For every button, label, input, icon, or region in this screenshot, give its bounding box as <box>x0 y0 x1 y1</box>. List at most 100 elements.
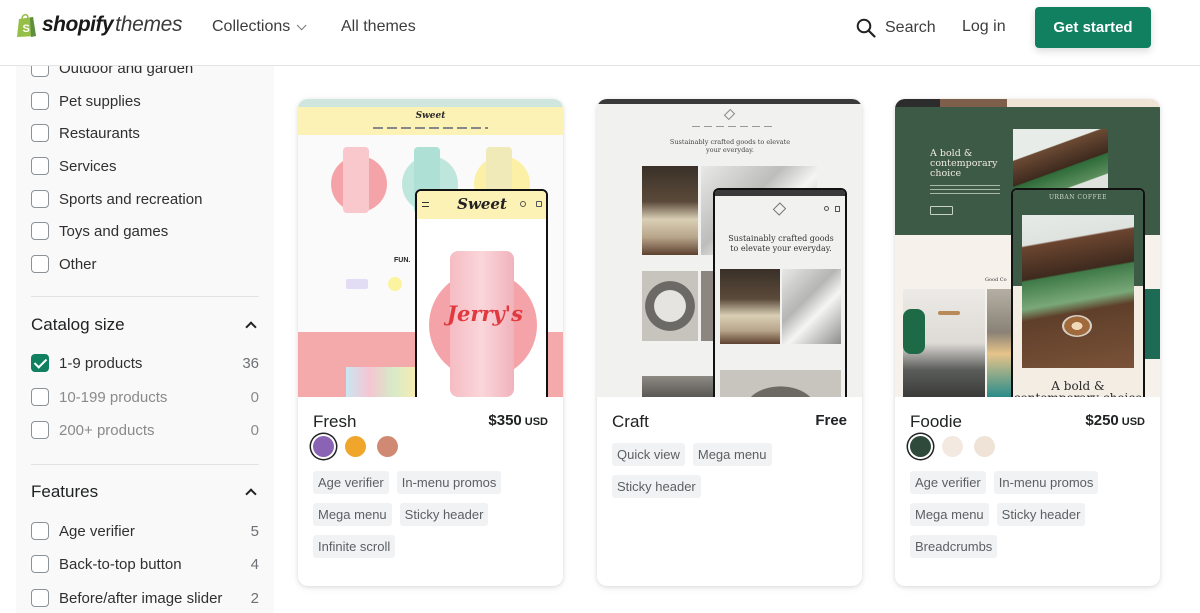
feature-tag: Sticky header <box>399 503 489 526</box>
swatch-orange[interactable] <box>345 436 366 457</box>
catalog-size-toggle[interactable]: Catalog size <box>31 315 259 335</box>
logo-text-shopify: shopify <box>42 13 114 36</box>
preview-nav-links <box>373 127 488 129</box>
theme-name[interactable]: Fresh <box>313 412 356 432</box>
theme-card-craft[interactable]: Sustainably crafted goods to elevate you… <box>597 99 862 586</box>
preview-announcement-bar <box>597 99 862 104</box>
get-started-button[interactable]: Get started <box>1035 7 1151 48</box>
preview-mobile-headline: A bold & contemporary choice <box>1014 379 1142 397</box>
nav-all-themes[interactable]: All themes <box>341 18 416 36</box>
filter-sports-and-recreation[interactable]: Sports and recreation <box>31 190 259 208</box>
checkbox[interactable] <box>31 124 49 142</box>
feature-tag: Breadcrumbs <box>910 535 998 558</box>
theme-preview-image[interactable]: Sweet FUN. Sweet Jerry's <box>298 99 563 397</box>
filter-pet-supplies[interactable]: Pet supplies <box>31 92 259 110</box>
preview-logo-icon <box>772 202 787 216</box>
search-icon <box>824 206 829 211</box>
checkbox[interactable] <box>31 388 49 406</box>
filter-label: 10-199 products <box>59 388 168 406</box>
checkbox[interactable] <box>31 190 49 208</box>
feature-tag: Mega menu <box>910 503 989 526</box>
filter-label: Back-to-top button <box>59 555 182 573</box>
checkbox[interactable] <box>31 92 49 110</box>
swatch-beige[interactable] <box>974 436 995 457</box>
preview-nav-links <box>692 126 772 127</box>
filter-outdoor-and-garden[interactable]: Outdoor and garden <box>31 66 259 77</box>
filter-label: Outdoor and garden <box>59 66 194 77</box>
price-amount: $350 <box>488 412 522 429</box>
nav-collections[interactable]: Collections <box>212 18 307 36</box>
checkbox[interactable] <box>31 66 49 77</box>
theme-preview-image[interactable]: A bold & contemporary choice Good Co URB… <box>895 99 1160 397</box>
checkbox[interactable] <box>31 589 49 607</box>
preview-mobile-headline: Sustainably crafted goods to elevate you… <box>728 234 834 253</box>
filter-restaurants[interactable]: Restaurants <box>31 124 259 142</box>
shopify-bag-icon: S <box>16 12 38 38</box>
preview-photo <box>987 289 1012 397</box>
swatch-purple[interactable] <box>313 436 334 457</box>
theme-preview-image[interactable]: Sustainably crafted goods to elevate you… <box>597 99 862 397</box>
preview-photo <box>720 370 841 397</box>
preview-photo <box>720 269 780 344</box>
feature-tag: Mega menu <box>313 503 392 526</box>
filter-count: 0 <box>250 421 259 439</box>
filter-200-plus-products[interactable]: 200+ products 0 <box>31 421 259 439</box>
price-currency: USD <box>1121 416 1145 428</box>
price-amount: Free <box>815 412 847 429</box>
feature-tag: Age verifier <box>910 471 986 494</box>
checkbox[interactable] <box>31 555 49 573</box>
filter-back-to-top-button[interactable]: Back-to-top button 4 <box>31 555 259 573</box>
preview-paragraph <box>930 185 1000 197</box>
preview-button <box>930 206 953 215</box>
filter-label: Age verifier <box>59 522 135 540</box>
checkbox[interactable] <box>31 157 49 175</box>
filter-age-verifier[interactable]: Age verifier 5 <box>31 522 259 540</box>
checkbox[interactable] <box>31 222 49 240</box>
smiley-icon <box>388 277 402 291</box>
catalog-size-title: Catalog size <box>31 315 125 334</box>
filter-label: Services <box>59 157 117 175</box>
checkbox[interactable] <box>31 421 49 439</box>
feature-tag: In-menu promos <box>993 471 1099 494</box>
filter-before-after-image-slider[interactable]: Before/after image slider 2 <box>31 589 259 607</box>
search-button[interactable]: Search <box>856 18 936 38</box>
swatch-cream[interactable] <box>942 436 963 457</box>
checkbox[interactable] <box>31 522 49 540</box>
theme-name[interactable]: Craft <box>612 412 649 432</box>
filter-1-9-products[interactable]: 1-9 products 36 <box>31 354 259 372</box>
preview-product-name: Jerry's <box>447 301 523 326</box>
feature-tag: In-menu promos <box>396 471 502 494</box>
filter-label: Other <box>59 255 97 273</box>
feature-tag: Sticky header <box>996 503 1086 526</box>
features-toggle[interactable]: Features <box>31 482 259 502</box>
theme-name[interactable]: Foodie <box>910 412 962 432</box>
login-link[interactable]: Log in <box>962 18 1006 36</box>
checkbox-checked[interactable] <box>31 354 49 372</box>
filter-count: 5 <box>250 522 259 540</box>
price-currency: USD <box>524 416 548 428</box>
preview-can-pink <box>343 147 369 213</box>
theme-card-fresh[interactable]: Sweet FUN. Sweet Jerry's Fresh $350 USD … <box>298 99 563 586</box>
filter-services[interactable]: Services <box>31 157 259 175</box>
filter-sidebar[interactable]: Outdoor and garden Pet supplies Restaura… <box>16 66 274 613</box>
preview-mobile-brand: URBAN COFFEE <box>1048 194 1108 201</box>
theme-card-foodie[interactable]: A bold & contemporary choice Good Co URB… <box>895 99 1160 586</box>
shopify-themes-logo[interactable]: S shopify themes <box>16 12 183 38</box>
filter-toys-and-games[interactable]: Toys and games <box>31 222 259 240</box>
filter-label: Restaurants <box>59 124 140 142</box>
theme-price: $250 USD <box>1085 412 1145 429</box>
swatch-green[interactable] <box>910 436 931 457</box>
checkbox[interactable] <box>31 255 49 273</box>
filter-10-199-products[interactable]: 10-199 products 0 <box>31 388 259 406</box>
feature-tags: Quick view Mega menu Sticky header <box>612 443 852 507</box>
preview-mobile-announcement <box>715 190 845 196</box>
feature-tag: Quick view <box>612 443 685 466</box>
svg-text:S: S <box>23 23 30 35</box>
preview-mobile-frame: Sweet Jerry's <box>415 189 548 397</box>
filter-other[interactable]: Other <box>31 255 259 273</box>
preview-chair <box>903 309 925 354</box>
filter-label: Before/after image slider <box>59 589 223 607</box>
swatch-terracotta[interactable] <box>377 436 398 457</box>
preview-photo <box>642 376 715 397</box>
filter-count: 36 <box>242 354 259 372</box>
